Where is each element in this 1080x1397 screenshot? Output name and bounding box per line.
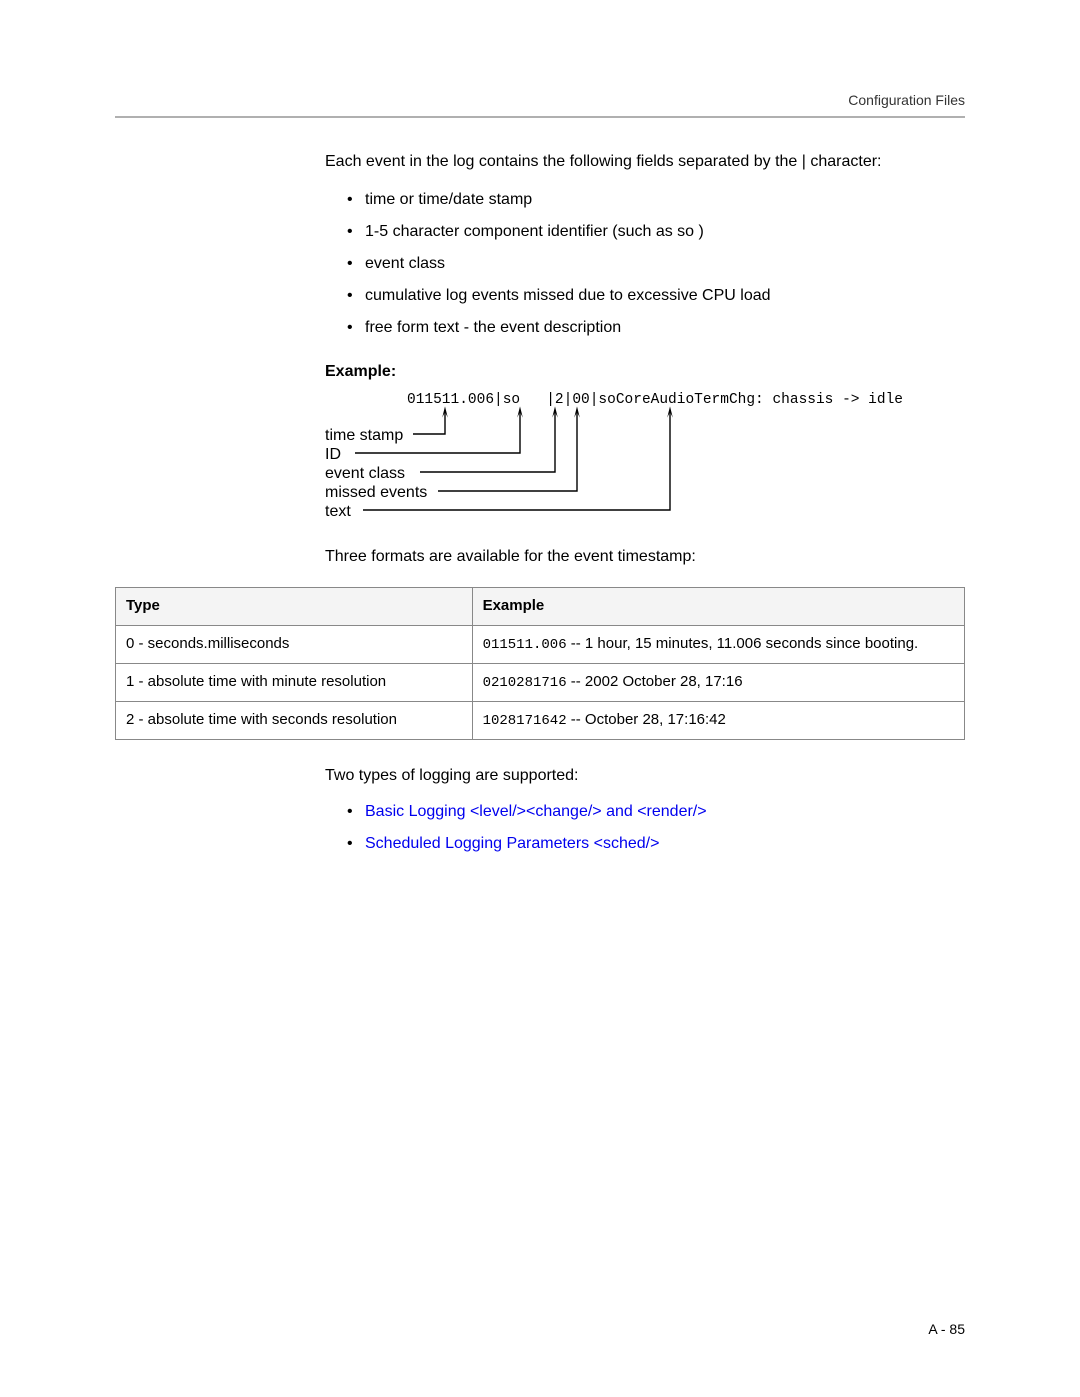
field-bullet-list: time or time/date stamp 1-5 character co…	[325, 188, 965, 340]
diagram-label-id: ID	[325, 445, 427, 464]
table-cell-rest: -- October 28, 17:16:42	[567, 711, 726, 728]
content-area: Each event in the log contains the follo…	[325, 150, 965, 856]
table-header-example: Example	[472, 588, 964, 626]
list-item: Basic Logging <level/><change/> and <ren…	[347, 800, 965, 824]
logging-links-list: Basic Logging <level/><change/> and <ren…	[325, 800, 965, 856]
table-cell-rest: -- 2002 October 28, 17:16	[567, 673, 743, 690]
timestamp-formats-intro: Three formats are available for the even…	[325, 545, 965, 569]
page: Configuration Files Each event in the lo…	[0, 0, 1080, 1397]
page-number: A - 85	[928, 1321, 965, 1337]
two-types-intro: Two types of logging are supported:	[325, 764, 965, 788]
table-row: 0 - seconds.milliseconds 011511.006 -- 1…	[116, 625, 965, 663]
example-diagram: 011511.006|so |2|00|soCoreAudioTermChg: …	[325, 390, 965, 535]
link-scheduled-logging[interactable]: Scheduled Logging Parameters <sched/>	[365, 835, 659, 852]
table-cell-example: 011511.006 -- 1 hour, 15 minutes, 11.006…	[472, 625, 964, 663]
header-rule	[115, 116, 965, 118]
diagram-label-text: text	[325, 502, 427, 521]
table-cell-code: 011511.006	[483, 637, 567, 653]
table-cell-type: 2 - absolute time with seconds resolutio…	[116, 701, 473, 739]
link-basic-logging[interactable]: Basic Logging <level/><change/> and <ren…	[365, 803, 707, 820]
list-item: free form text - the event description	[347, 316, 965, 340]
table-cell-type: 1 - absolute time with minute resolution	[116, 663, 473, 701]
timestamp-formats-table: Type Example 0 - seconds.milliseconds 01…	[115, 587, 965, 740]
table-cell-example: 0210281716 -- 2002 October 28, 17:16	[472, 663, 964, 701]
diagram-label-eventclass: event class	[325, 464, 427, 483]
table-row: 1 - absolute time with minute resolution…	[116, 663, 965, 701]
table-header-row: Type Example	[116, 588, 965, 626]
intro-paragraph: Each event in the log contains the follo…	[325, 150, 965, 174]
table-cell-example: 1028171642 -- October 28, 17:16:42	[472, 701, 964, 739]
list-item: 1-5 character component identifier (such…	[347, 220, 965, 244]
table-header-type: Type	[116, 588, 473, 626]
example-code-line: 011511.006|so |2|00|soCoreAudioTermChg: …	[407, 390, 903, 412]
table-cell-rest: -- 1 hour, 15 minutes, 11.006 seconds si…	[567, 635, 919, 652]
list-item: Scheduled Logging Parameters <sched/>	[347, 832, 965, 856]
diagram-label-missed: missed events	[325, 483, 427, 502]
example-heading: Example:	[325, 360, 965, 384]
table-cell-code: 0210281716	[483, 675, 567, 691]
diagram-label-timestamp: time stamp	[325, 426, 427, 445]
table-row: 2 - absolute time with seconds resolutio…	[116, 701, 965, 739]
table-cell-code: 1028171642	[483, 713, 567, 729]
header-section-label: Configuration Files	[848, 92, 965, 108]
list-item: event class	[347, 252, 965, 276]
table-cell-type: 0 - seconds.milliseconds	[116, 625, 473, 663]
list-item: cumulative log events missed due to exce…	[347, 284, 965, 308]
diagram-labels: time stamp ID event class missed events …	[325, 426, 427, 521]
list-item: time or time/date stamp	[347, 188, 965, 212]
